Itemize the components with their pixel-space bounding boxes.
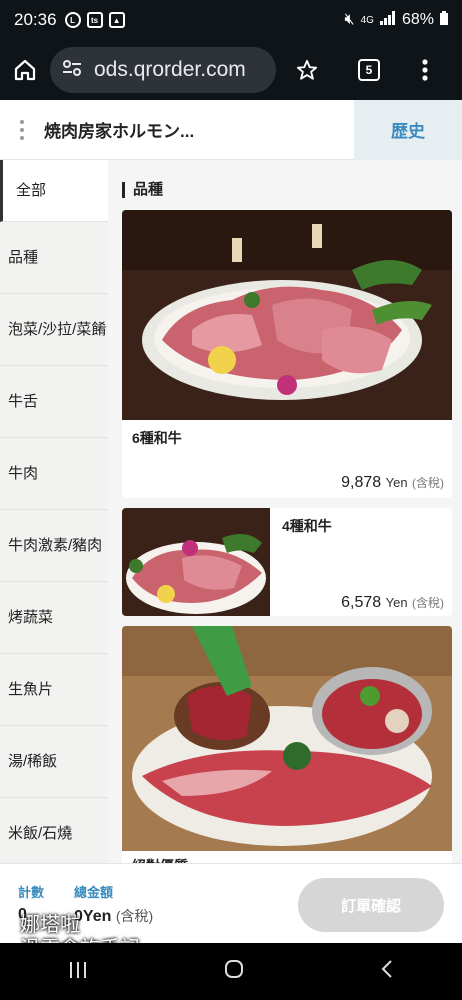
category-label: 泡菜/沙拉/菜餚: [8, 320, 107, 338]
category-label: 牛肉激素/豬肉: [8, 536, 103, 554]
tab-count: 5: [358, 59, 380, 81]
url-text: ods.qrorder.com: [94, 58, 246, 81]
menu-item-image: [122, 626, 452, 851]
menu-item-card[interactable]: 4種和牛 6,578 Yen (含稅): [122, 508, 452, 616]
recents-icon: [70, 961, 86, 978]
bookmark-button[interactable]: [282, 45, 332, 95]
category-item-hormone-pork[interactable]: 牛肉激素/豬肉: [0, 510, 108, 582]
category-label: 烤蔬菜: [8, 608, 54, 626]
total-label: 總金額: [74, 885, 114, 900]
back-icon: [381, 959, 392, 978]
menu-item-name: 6種和牛: [132, 430, 182, 446]
home-circle-icon: [225, 959, 243, 978]
home-icon: [14, 59, 36, 81]
status-time: 20:36: [14, 10, 57, 29]
menu-item-price: 9,878 Yen (含稅): [341, 474, 444, 492]
battery-percent: 68%: [401, 11, 434, 28]
tabs-button[interactable]: 5: [344, 45, 394, 95]
price-tax: (含稅): [412, 476, 444, 490]
menu-item-price: 6,578 Yen (含稅): [341, 594, 444, 612]
count-label: 計數: [18, 885, 45, 900]
mute-icon: 🔇︎: [344, 11, 355, 28]
store-name: 焼肉房家ホルモン...: [44, 122, 195, 141]
price-value: 9,878: [341, 474, 382, 491]
drag-handle-icon[interactable]: [0, 118, 44, 142]
section-title: 品種: [122, 182, 163, 198]
url-bar[interactable]: ods.qrorder.com: [50, 47, 276, 93]
price-tax: (含稅): [412, 596, 444, 610]
battery-icon: [440, 10, 448, 30]
category-item-grilled-vegetables[interactable]: 烤蔬菜: [0, 582, 108, 654]
category-item-beef-tongue[interactable]: 牛舌: [0, 366, 108, 438]
site-settings-icon[interactable]: [62, 58, 84, 82]
watermark-line1: 娜塔啦: [20, 912, 80, 936]
home-button[interactable]: [0, 45, 50, 95]
category-item-soup-porridge[interactable]: 湯/稀飯: [0, 726, 108, 798]
menu-item-name: 4種和牛: [282, 518, 332, 534]
menu-item-image: [122, 508, 270, 616]
price-currency: Yen: [385, 595, 408, 610]
notification-icons: L ts ▲: [64, 12, 125, 28]
category-item-rice-stone[interactable]: 米飯/石燒: [0, 798, 108, 870]
more-vert-icon: [422, 59, 428, 81]
status-bar: 20:36 L ts ▲ 🔇︎ 4G 68%: [0, 0, 462, 40]
order-confirm-button[interactable]: 訂單確認: [298, 878, 444, 932]
category-item-beef[interactable]: 牛肉: [0, 438, 108, 510]
category-label: 全部: [16, 181, 47, 199]
system-nav-bar: [0, 943, 462, 1000]
category-item-kimchi-salad[interactable]: 泡菜/沙拉/菜餚: [0, 294, 108, 366]
category-label: 米飯/石燒: [8, 824, 73, 842]
recents-button[interactable]: [68, 959, 88, 985]
price-currency: Yen: [385, 475, 408, 490]
category-item-all[interactable]: 全部: [0, 160, 108, 222]
image-icon: ▲: [108, 12, 125, 28]
order-summary-bar: 計數 總金額 0 0Yen (含稅) 訂單確認 娜塔啦 滑雪食旅手記: [0, 863, 462, 960]
star-icon: [296, 59, 318, 80]
category-label: 牛肉: [8, 464, 39, 482]
category-item-sashimi[interactable]: 生魚片: [0, 654, 108, 726]
network-label: 4G: [360, 14, 374, 26]
browser-toolbar: ods.qrorder.com 5: [0, 40, 462, 100]
store-header: 焼肉房家ホルモン... 歴史: [0, 100, 462, 160]
menu-item-image: [122, 210, 452, 420]
category-sidebar: 全部 品種 泡菜/沙拉/菜餚 牛舌 牛肉 牛肉激素/豬肉 烤蔬菜 生魚片 湯/稀…: [0, 160, 108, 943]
category-label: 牛舌: [8, 392, 39, 410]
category-label: 品種: [8, 248, 39, 266]
line-app-icon: L: [64, 12, 81, 28]
signal-icon: [379, 10, 396, 30]
home-nav-button[interactable]: [224, 959, 244, 985]
history-button[interactable]: 歴史: [354, 100, 462, 160]
category-item-variety[interactable]: 品種: [0, 222, 108, 294]
web-page: 焼肉房家ホルモン... 歴史 全部 品種 泡菜/沙拉/菜餚 牛舌 牛肉 牛肉激素…: [0, 100, 462, 943]
category-label: 湯/稀飯: [8, 752, 58, 770]
menu-content: 品種 6種和牛 9,878 Yen (含稅) 4種和牛 6,578 Yen (含…: [108, 160, 462, 943]
browser-menu-button[interactable]: [400, 45, 450, 95]
menu-item-card[interactable]: 6種和牛 9,878 Yen (含稅): [122, 210, 452, 498]
back-button[interactable]: [380, 959, 394, 985]
status-right: 🔇︎ 4G 68%: [344, 10, 448, 30]
price-value: 6,578: [341, 594, 382, 611]
category-label: 生魚片: [8, 680, 54, 698]
ts-app-icon: ts: [86, 12, 103, 28]
